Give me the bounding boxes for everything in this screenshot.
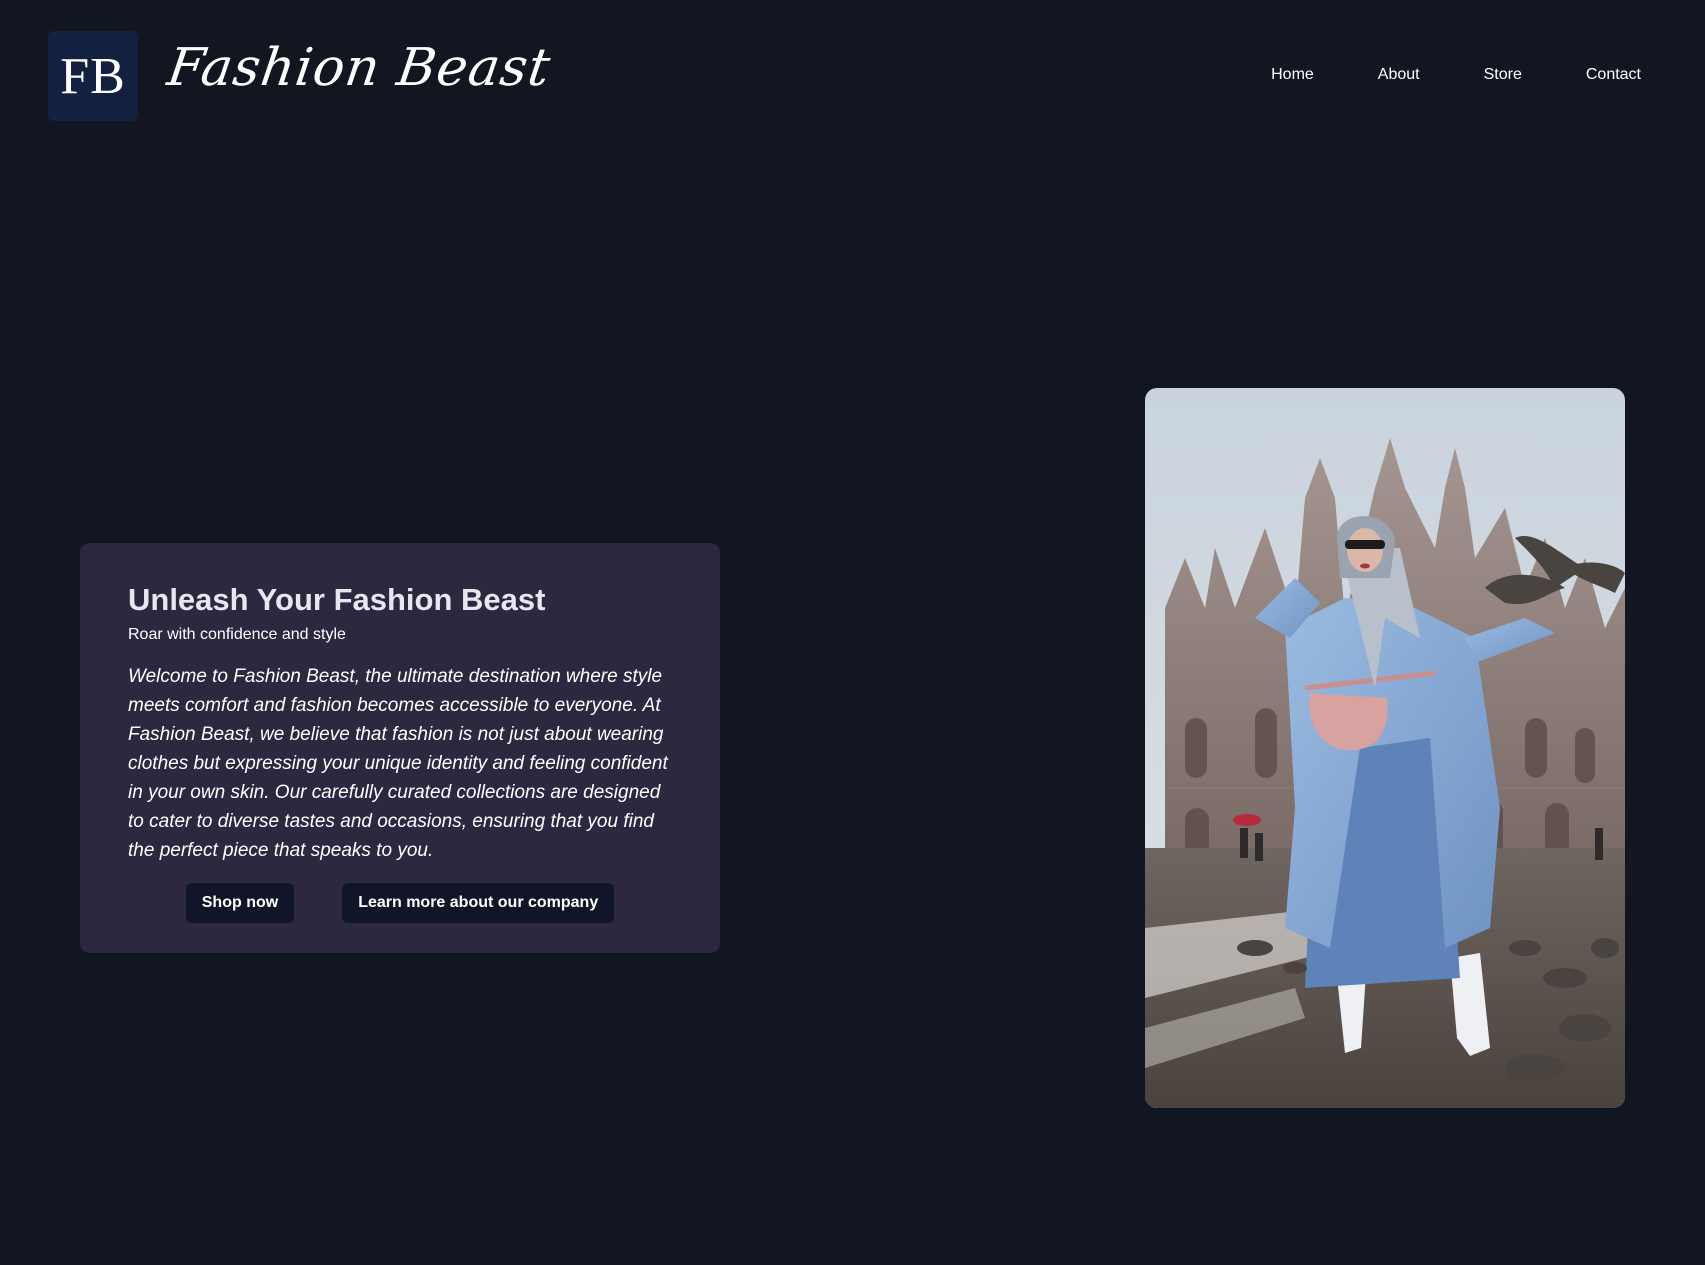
brand-name[interactable]: Fashion Beast	[164, 38, 555, 98]
hero-subtitle: Roar with confidence and style	[128, 626, 346, 644]
page: FB Fashion Beast Home About Store Contac…	[0, 0, 1705, 1265]
main-nav: Home About Store Contact	[1271, 64, 1641, 86]
hero-photo-illustration	[1145, 388, 1625, 1108]
hero-card: Unleash Your Fashion Beast Roar with con…	[80, 543, 720, 953]
nav-home[interactable]: Home	[1271, 64, 1314, 86]
nav-store[interactable]: Store	[1484, 64, 1522, 86]
learn-more-button[interactable]: Learn more about our company	[342, 883, 615, 924]
logo-badge[interactable]: FB	[48, 31, 138, 121]
shop-now-button[interactable]: Shop now	[185, 883, 295, 924]
hero-image	[1145, 388, 1625, 1108]
logo-text: FB	[60, 47, 126, 105]
site-header: FB Fashion Beast Home About Store Contac…	[0, 0, 1705, 152]
nav-contact[interactable]: Contact	[1586, 64, 1641, 86]
hero-title: Unleash Your Fashion Beast	[128, 582, 546, 617]
nav-about[interactable]: About	[1378, 64, 1420, 86]
hero-description: Welcome to Fashion Beast, the ultimate d…	[128, 666, 668, 862]
hero-actions: Shop now Learn more about our company	[128, 883, 672, 924]
